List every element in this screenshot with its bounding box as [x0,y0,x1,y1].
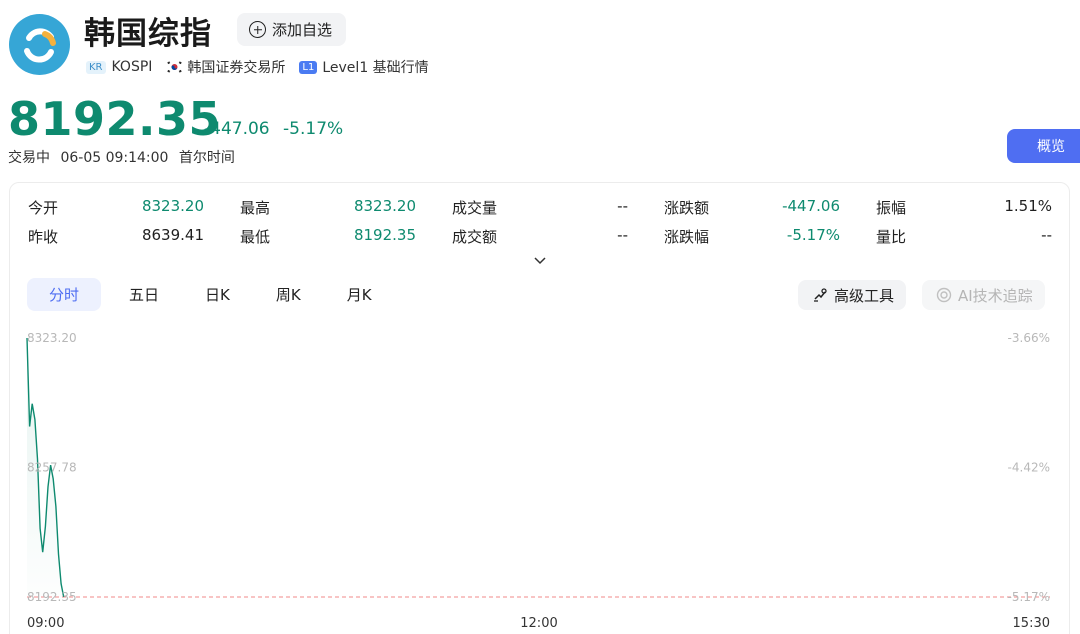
stat-value: -5.17% [786,226,840,244]
stat-value: 8323.20 [141,197,204,215]
index-tags: KR KOSPI 韩国证券交易所 L1 Level1 基础行情 [86,57,443,77]
advanced-tools-button[interactable]: 高级工具 [798,280,907,310]
exchange-tag: 韩国证券交易所 [166,57,285,77]
korea-flag-icon [166,61,184,73]
symbol-label: KOSPI [111,59,153,75]
trading-status: 交易中 06-05 09:14:00 首尔时间 [8,147,241,167]
index-logo [9,14,70,75]
level-label: Level1 基础行情 [322,60,429,76]
ai-tracking-button[interactable]: AI技术追踪 [922,280,1045,310]
stat-value: -447.06 [782,197,840,215]
tools-icon [814,288,827,302]
chart-tabs: 分时 五日 日K 周K 月K [27,278,400,311]
level-tag: L1 Level1 基础行情 [299,57,429,77]
quote-panel: 今开 8323.20 最高 8323.20 成交量 -- 涨跌额 -447.06 振幅 1.51%… [9,182,1070,634]
chevron-down-icon[interactable] [533,255,547,265]
exchange-label: 韩国证券交易所 [187,60,286,76]
tab-0[interactable]: 分时 [27,278,102,311]
stat-label: 涨跌幅 [664,228,710,246]
stats-grid: 今开 8323.20 最高 8323.20 成交量 -- 涨跌额 -447.06 振幅 1.51%… [28,197,1054,255]
tab-2[interactable]: 日K [187,278,248,311]
status-timezone: 首尔时间 [178,150,235,166]
symbol-tag: KR KOSPI [86,59,152,75]
stat-label: 今开 [28,199,59,217]
stat-value: -- [617,197,628,215]
stat-value: 8639.41 [141,226,204,244]
stat-label: 成交量 [452,199,498,217]
stat-label: 最高 [240,199,271,217]
level-badge: L1 [299,60,318,74]
tab-3[interactable]: 周K [258,278,319,311]
stat-label: 涨跌额 [664,199,710,217]
stat-label: 量比 [876,228,907,246]
stat-label: 最低 [240,228,271,246]
plus-circle-icon [249,21,266,38]
overview-button[interactable]: 概览 [1007,129,1080,163]
tab-1[interactable]: 五日 [111,278,177,311]
ai-tracking-label: AI技术追踪 [958,286,1033,305]
add-watchlist-label: 添加自选 [272,21,333,39]
stat-value: 8323.20 [353,197,416,215]
advanced-tools-label: 高级工具 [834,286,895,305]
stat-label: 昨收 [28,228,59,246]
tab-4[interactable]: 月K [329,278,390,311]
change-percent: -5.17% [283,119,344,139]
stats-row: 今开 8323.20 最高 8323.20 成交量 -- 涨跌额 -447.06 振幅 1.51% [28,197,1054,226]
price-change: -447.06 -5.17% [204,119,351,139]
status-time: 06-05 09:14:00 [60,150,169,166]
stat-value: 8192.35 [353,226,416,244]
status-text: 交易中 [8,150,50,166]
stat-label: 成交额 [452,228,498,246]
stat-value: -- [617,226,628,244]
region-badge: KR [86,60,106,74]
stats-row: 昨收 8639.41 最低 8192.35 成交额 -- 涨跌幅 -5.17% 量比 -- [28,226,1054,255]
stat-value: 1.51% [1004,197,1052,215]
ai-icon [936,287,952,303]
current-price: 8192.35 [8,92,222,146]
stat-label: 振幅 [876,199,907,217]
change-amount: -447.06 [204,119,270,139]
stat-value: -- [1041,226,1052,244]
add-watchlist-button[interactable]: 添加自选 [237,13,347,46]
page-title: 韩国综指 [84,16,212,52]
